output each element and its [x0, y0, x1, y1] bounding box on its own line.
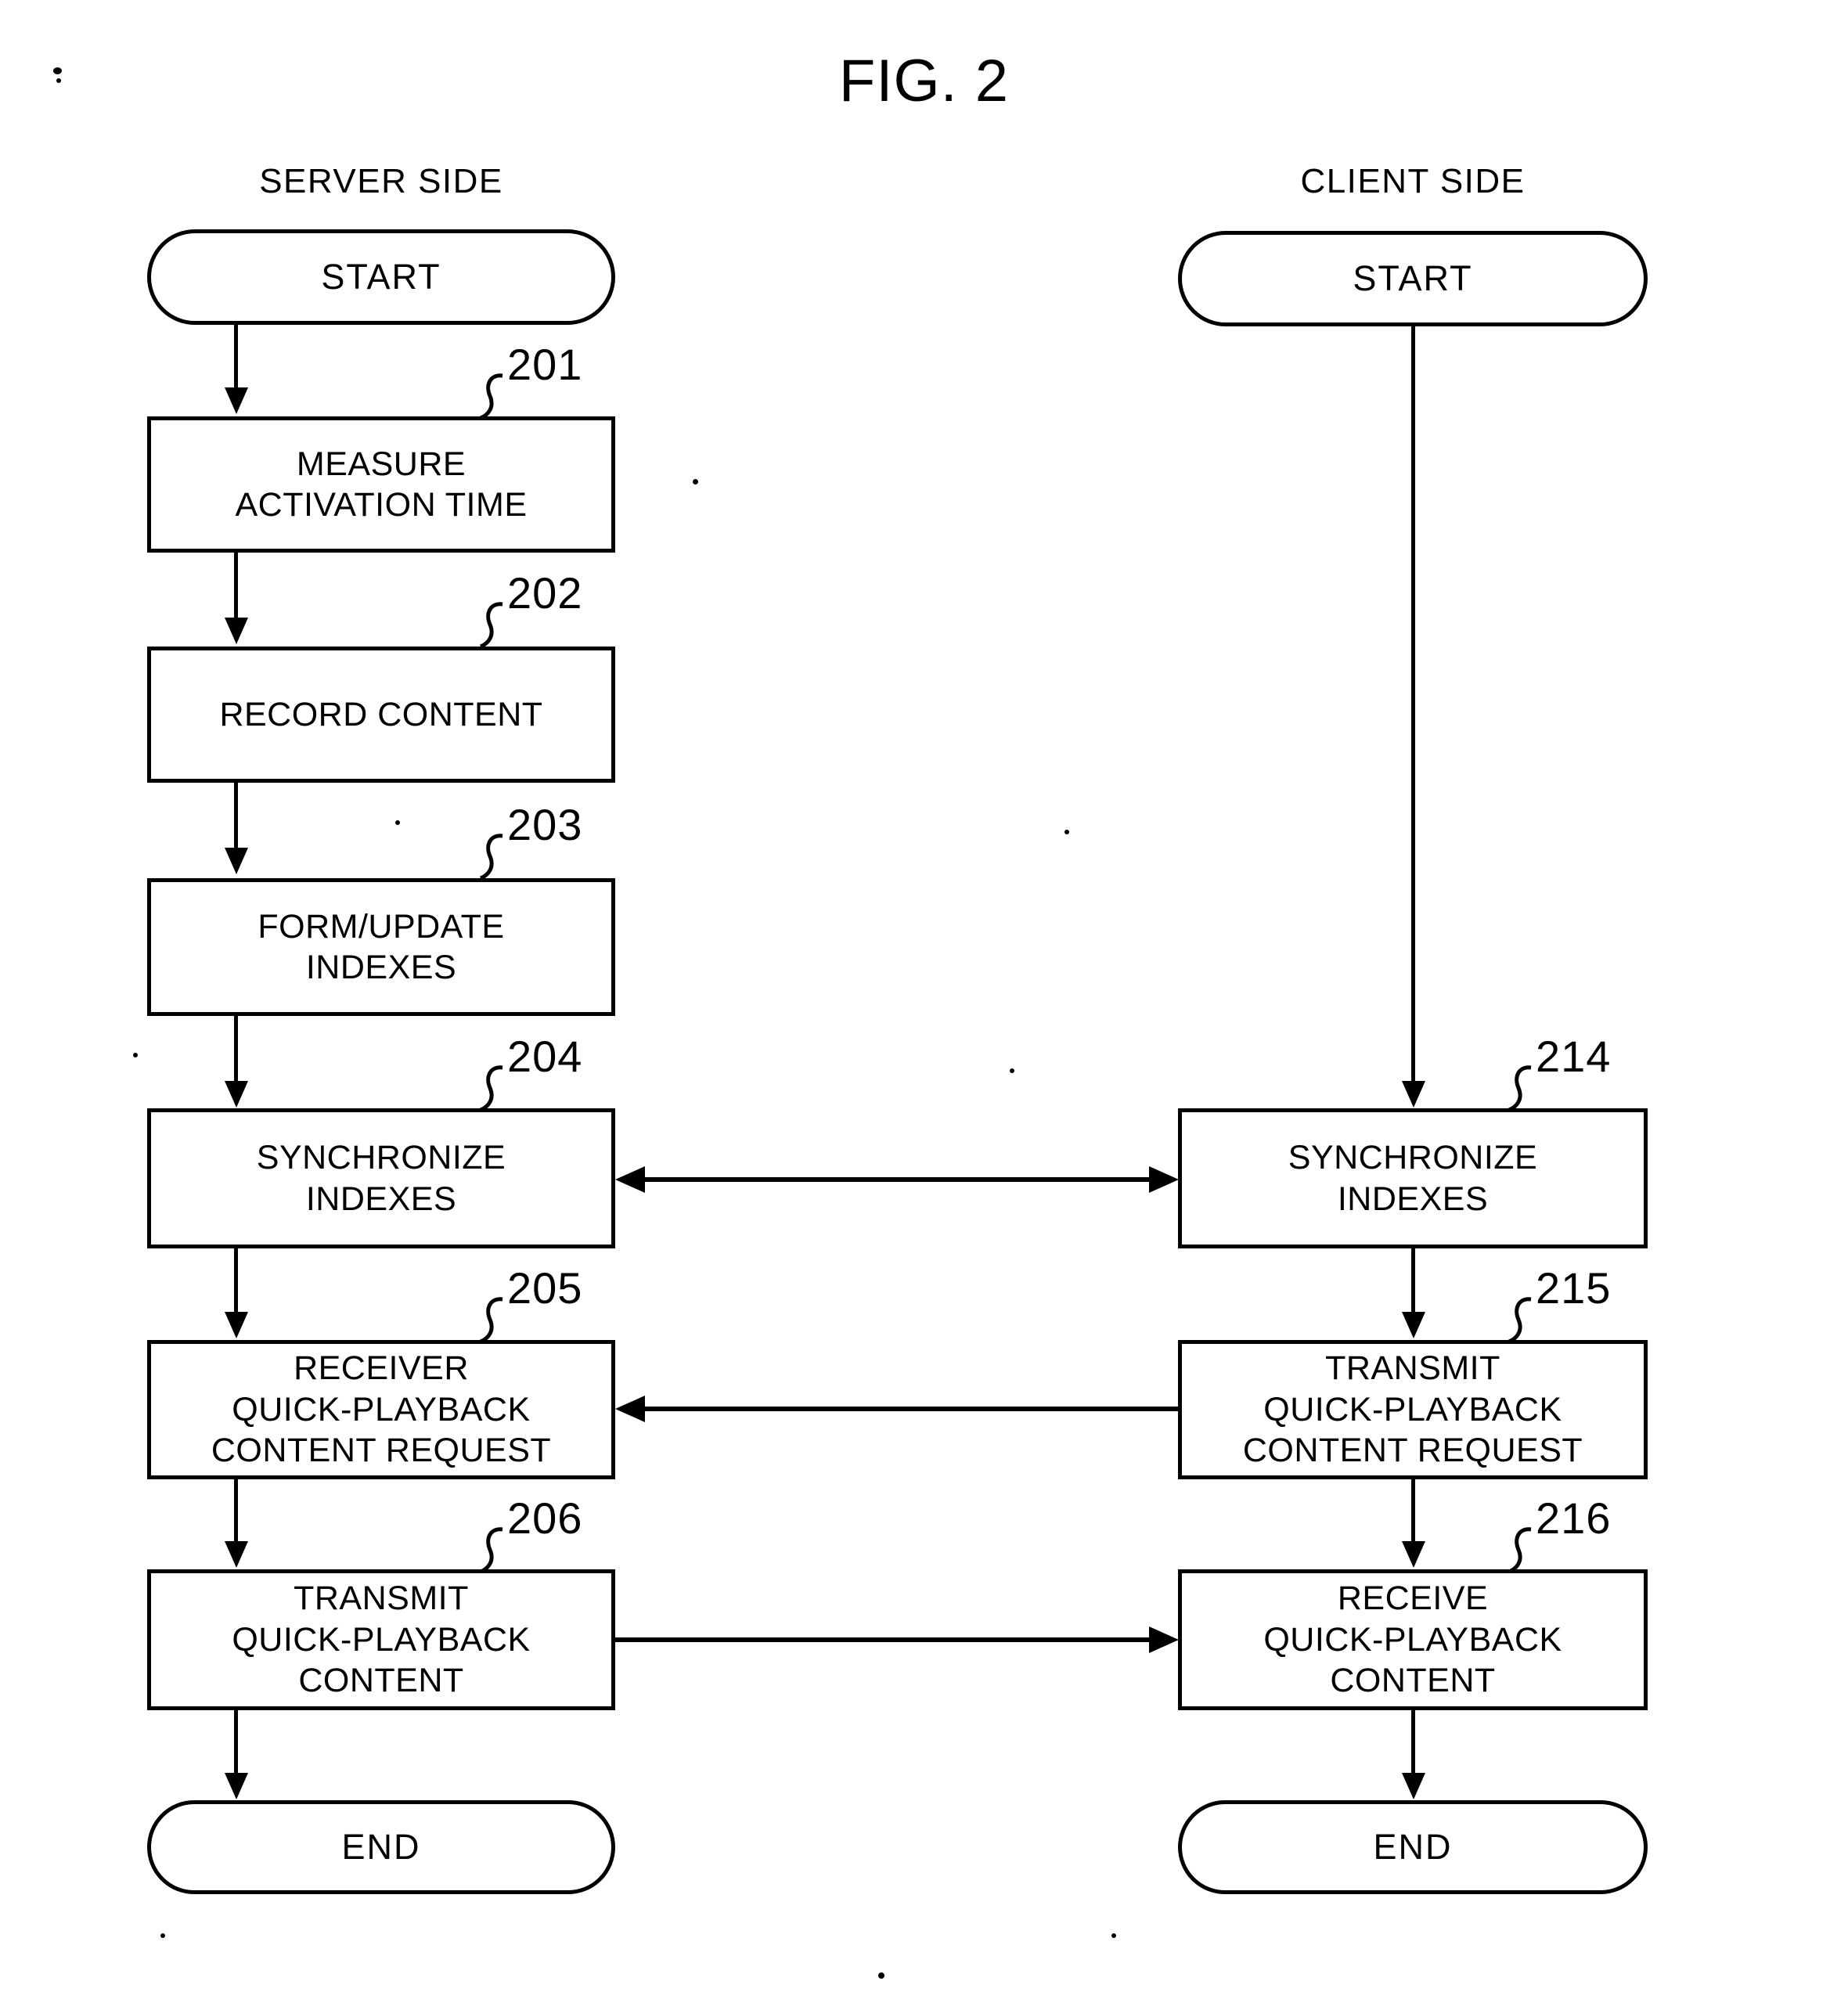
ref-label-216: 216 — [1536, 1493, 1612, 1543]
ref-label-202: 202 — [507, 568, 583, 618]
node-server-end[interactable]: END — [147, 1800, 615, 1894]
node-server-205[interactable]: RECEIVER QUICK-PLAYBACK CONTENT REQUEST — [147, 1340, 615, 1479]
node-client-start[interactable]: START — [1178, 231, 1648, 326]
scan-speck — [395, 820, 400, 825]
arrowhead-down — [1402, 1081, 1425, 1108]
node-label: TRANSMIT QUICK-PLAYBACK CONTENT — [232, 1580, 531, 1700]
arrowhead-down — [225, 1773, 248, 1799]
arrowhead-down — [225, 618, 248, 644]
ref-leader-205 — [479, 1297, 503, 1343]
node-client-214[interactable]: SYNCHRONIZE INDEXES — [1178, 1108, 1648, 1248]
arrowhead-down — [225, 387, 248, 414]
ref-leader-201 — [479, 373, 503, 420]
connector-server-203-to-204 — [234, 1016, 238, 1082]
node-label: SYNCHRONIZE INDEXES — [256, 1139, 506, 1218]
scan-speck — [1111, 1933, 1116, 1938]
ref-label-201: 201 — [507, 340, 583, 389]
node-label: RECEIVE QUICK-PLAYBACK CONTENT — [1263, 1580, 1562, 1700]
ref-leader-202 — [479, 602, 503, 648]
node-label: RECORD CONTENT — [219, 695, 543, 733]
node-server-start[interactable]: START — [147, 229, 615, 325]
node-label: END — [341, 1826, 421, 1867]
ref-leader-204 — [479, 1065, 503, 1111]
arrowhead-down — [1402, 1312, 1425, 1338]
node-client-215[interactable]: TRANSMIT QUICK-PLAYBACK CONTENT REQUEST — [1178, 1340, 1648, 1479]
ref-leader-203 — [479, 834, 503, 880]
scan-speck — [878, 1972, 884, 1979]
node-server-201[interactable]: MEASURE ACTIVATION TIME — [147, 416, 615, 553]
node-label: START — [321, 256, 441, 297]
connector-server-204-to-205 — [234, 1248, 238, 1313]
arrowhead-down — [225, 1312, 248, 1338]
ref-leader-214 — [1508, 1065, 1532, 1111]
ref-leader-216 — [1508, 1527, 1532, 1573]
ref-label-205: 205 — [507, 1263, 583, 1313]
arrowhead-right — [1149, 1626, 1179, 1653]
arrowhead-down — [1402, 1541, 1425, 1568]
ref-label-204: 204 — [507, 1032, 583, 1081]
column-header-client: CLIENT SIDE — [1300, 162, 1526, 200]
connector-client-216-to-end — [1411, 1710, 1415, 1774]
node-label: START — [1353, 258, 1473, 298]
node-server-203[interactable]: FORM/UPDATE INDEXES — [147, 878, 615, 1016]
node-label: TRANSMIT QUICK-PLAYBACK CONTENT REQUEST — [1242, 1349, 1583, 1470]
arrowhead-left — [615, 1396, 645, 1422]
node-server-204[interactable]: SYNCHRONIZE INDEXES — [147, 1108, 615, 1248]
connector-server-201-to-202 — [234, 553, 238, 619]
scan-speck — [160, 1933, 165, 1938]
arrowhead-down — [1402, 1773, 1425, 1799]
node-client-216[interactable]: RECEIVE QUICK-PLAYBACK CONTENT — [1178, 1569, 1648, 1710]
scan-speck — [693, 479, 698, 484]
cross-link-sync-line — [642, 1177, 1151, 1182]
node-label: FORM/UPDATE INDEXES — [258, 907, 505, 986]
cross-link-request-line — [642, 1407, 1178, 1411]
node-label: END — [1373, 1826, 1453, 1867]
figure-canvas: FIG. 2 SERVER SIDE CLIENT SIDE START 201… — [0, 0, 1848, 1992]
arrowhead-down — [225, 1081, 248, 1108]
connector-server-206-to-end — [234, 1710, 238, 1774]
node-server-202[interactable]: RECORD CONTENT — [147, 647, 615, 783]
connector-client-214-to-215 — [1411, 1248, 1415, 1313]
node-client-end[interactable]: END — [1178, 1800, 1648, 1894]
cross-link-content-line — [615, 1637, 1151, 1642]
node-label: MEASURE ACTIVATION TIME — [235, 445, 528, 524]
arrowhead-down — [225, 848, 248, 874]
connector-client-215-to-216 — [1411, 1479, 1415, 1542]
column-header-server: SERVER SIDE — [259, 162, 503, 200]
node-label: RECEIVER QUICK-PLAYBACK CONTENT REQUEST — [211, 1349, 552, 1470]
node-server-206[interactable]: TRANSMIT QUICK-PLAYBACK CONTENT — [147, 1569, 615, 1710]
ref-label-206: 206 — [507, 1493, 583, 1543]
scan-speck — [1064, 830, 1069, 834]
ref-label-215: 215 — [1536, 1263, 1612, 1313]
scan-speck — [133, 1053, 138, 1057]
arrowhead-down — [225, 1541, 248, 1568]
ref-label-214: 214 — [1536, 1032, 1612, 1081]
connector-server-205-to-206 — [234, 1479, 238, 1542]
connector-client-start-to-214 — [1411, 326, 1415, 1082]
connector-server-202-to-203 — [234, 783, 238, 849]
arrowhead-left — [615, 1166, 645, 1193]
node-label: SYNCHRONIZE INDEXES — [1288, 1139, 1538, 1218]
ref-label-203: 203 — [507, 800, 583, 849]
scan-speck — [1010, 1068, 1014, 1073]
connector-server-start-to-201 — [234, 325, 238, 389]
figure-title: FIG. 2 — [838, 48, 1010, 114]
ref-leader-206 — [479, 1527, 503, 1573]
ref-leader-215 — [1508, 1297, 1532, 1343]
arrowhead-right — [1149, 1166, 1179, 1193]
